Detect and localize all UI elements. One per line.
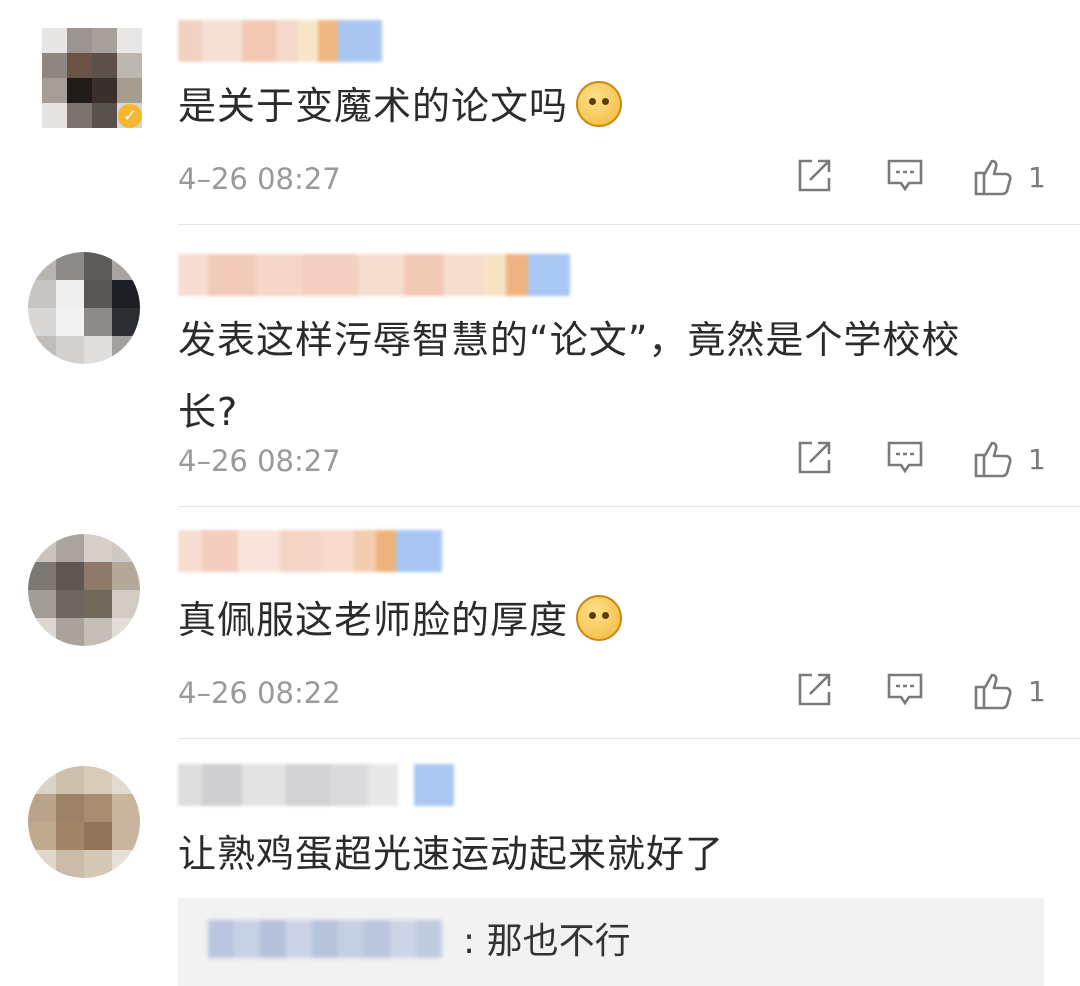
share-button[interactable] [796,156,834,194]
divider [178,506,1080,507]
comment-button[interactable] [886,156,924,194]
like-button[interactable]: 1 [972,156,1046,198]
like-count: 1 [1028,160,1046,194]
reply-text: : 那也不行 [463,921,631,962]
share-button[interactable] [796,670,834,708]
thumbs-up-icon [974,159,1012,196]
share-icon [798,441,831,474]
like-count: 1 [1028,442,1046,476]
comment-icon [887,441,923,474]
comment-item: ✓ 是关于变魔术的论文吗 4–26 08:27 1 [0,0,1080,225]
avatar[interactable] [28,252,140,364]
username-blurred[interactable] [178,20,382,62]
avatar[interactable] [28,534,140,646]
shush-face-emoji-icon [576,595,623,641]
share-icon [798,159,831,192]
divider [178,738,1080,739]
reply-username-blurred[interactable] [208,920,442,958]
divider [178,224,1080,225]
thumbs-up-icon [974,441,1012,478]
reply-preview[interactable]: : 那也不行 [178,898,1044,986]
comment-button[interactable] [886,670,924,708]
thumbs-up-icon [974,673,1012,710]
like-button[interactable]: 1 [972,670,1046,712]
avatar[interactable] [28,766,140,878]
username-blurred[interactable] [178,254,570,296]
like-button[interactable]: 1 [972,438,1046,480]
like-count: 1 [1028,674,1046,708]
comment-button[interactable] [886,438,924,476]
share-icon [798,673,831,706]
comment-text: 是关于变魔术的论文吗 [178,70,1038,142]
comment-text: 发表这样污辱智慧的“论文”，竟然是个学校校长? [178,318,961,434]
username-blurred[interactable] [178,530,442,572]
comment-icon [887,159,923,192]
comment-text: 让熟鸡蛋超光速运动起来就好了 [178,832,725,876]
comment-icon [887,673,923,706]
doge-emoji-icon [576,81,623,127]
username-blurred[interactable] [178,764,454,806]
comment-text: 真佩服这老师脸的厚度 [178,584,1038,656]
share-button[interactable] [796,438,834,476]
verified-badge-icon: ✓ [118,104,142,128]
